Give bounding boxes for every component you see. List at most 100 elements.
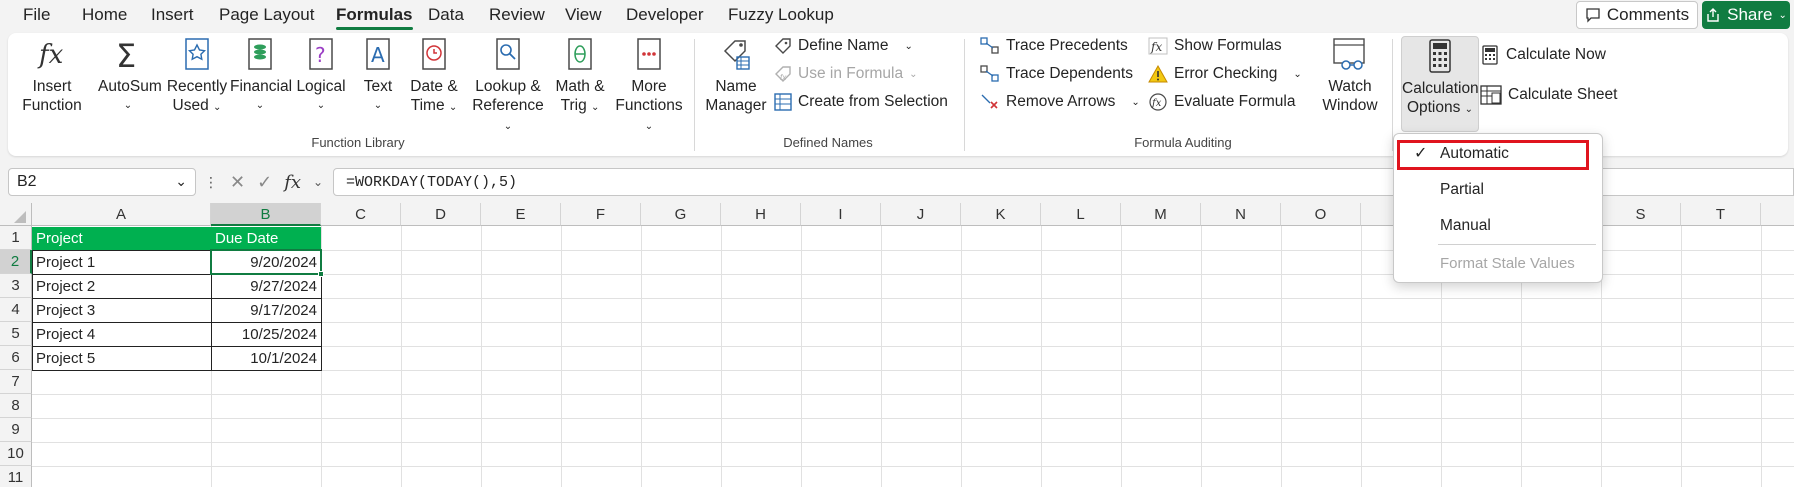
show-formulas-button[interactable]: fx Show Formulas: [1148, 37, 1282, 55]
column-header-h[interactable]: H: [721, 203, 801, 226]
recently-used-button[interactable]: Recently Used ⌄: [166, 37, 228, 117]
tab-view[interactable]: View: [565, 5, 602, 25]
share-icon: [1707, 8, 1719, 22]
comments-button[interactable]: Comments: [1576, 1, 1698, 29]
create-from-selection-button[interactable]: Create from Selection: [774, 93, 948, 111]
row-header-5[interactable]: 5: [0, 322, 32, 346]
cell-b3[interactable]: 9/27/2024: [212, 275, 321, 299]
row-header-2[interactable]: 2: [0, 250, 32, 274]
glasses-window-icon: [1333, 38, 1365, 70]
column-header-e[interactable]: E: [481, 203, 561, 226]
name-manager-button[interactable]: Name Manager: [704, 37, 768, 115]
row-header-3[interactable]: 3: [0, 274, 32, 298]
share-button[interactable]: Share ⌄: [1702, 1, 1790, 29]
column-header-l[interactable]: L: [1041, 203, 1121, 226]
row-header-8[interactable]: 8: [0, 394, 32, 418]
gridline: [1041, 226, 1042, 487]
cell-b1[interactable]: Due Date: [211, 227, 321, 251]
column-header-n[interactable]: N: [1201, 203, 1281, 226]
cell-b4[interactable]: 9/17/2024: [212, 299, 321, 323]
row-header-6[interactable]: 6: [0, 346, 32, 370]
date-time-button[interactable]: Date & Time ⌄: [406, 37, 462, 117]
tab-data[interactable]: Data: [428, 5, 464, 25]
trace-dependents-button[interactable]: Trace Dependents: [980, 65, 1133, 83]
name-box[interactable]: B2 ⌄: [8, 168, 196, 196]
tab-fuzzy-lookup[interactable]: Fuzzy Lookup: [728, 5, 834, 25]
row-header-11[interactable]: 11: [0, 466, 32, 487]
fill-handle[interactable]: [318, 271, 324, 277]
row-header-10[interactable]: 10: [0, 442, 32, 466]
tab-insert[interactable]: Insert: [151, 5, 194, 25]
row-header-4[interactable]: 4: [0, 298, 32, 322]
cell-a4[interactable]: Project 3: [32, 299, 211, 323]
cell-a3[interactable]: Project 2: [32, 275, 211, 299]
column-header-a[interactable]: A: [32, 203, 211, 226]
cell-b6[interactable]: 10/1/2024: [212, 347, 321, 371]
select-all-corner[interactable]: [0, 203, 32, 226]
watch-window-button[interactable]: Watch Window: [1318, 37, 1382, 115]
evaluate-formula-button[interactable]: fx Evaluate Formula: [1148, 93, 1295, 111]
chevron-down-icon[interactable]: ⌄: [175, 173, 187, 190]
column-header-j[interactable]: J: [881, 203, 961, 226]
row-header-9[interactable]: 9: [0, 418, 32, 442]
cancel-icon[interactable]: ✕: [230, 172, 245, 193]
calculator-icon: [1429, 39, 1451, 73]
chevron-down-icon[interactable]: ⌄: [313, 175, 323, 189]
remove-arrows-button[interactable]: Remove Arrows ⌄: [980, 93, 1140, 111]
enter-icon[interactable]: ✓: [257, 172, 272, 193]
calculate-now-button[interactable]: Calculate Now: [1480, 45, 1606, 65]
text-button[interactable]: A Text ⌄: [358, 37, 398, 115]
chevron-down-icon: ⌄: [904, 40, 913, 52]
row-header-7[interactable]: 7: [0, 370, 32, 394]
lookup-reference-button[interactable]: Lookup & Reference ⌄: [466, 37, 550, 136]
tab-review[interactable]: Review: [489, 5, 545, 25]
column-header-g[interactable]: G: [641, 203, 721, 226]
chevron-down-icon: ⌄: [213, 102, 222, 113]
column-header-b[interactable]: B: [211, 203, 321, 226]
active-cell-selection: [210, 249, 322, 275]
column-header-o[interactable]: O: [1281, 203, 1361, 226]
menu-item-manual[interactable]: Manual: [1394, 210, 1602, 242]
autosum-button[interactable]: Σ AutoSum ⌄: [98, 37, 162, 115]
format-stale-values-label: Format Stale Values: [1440, 255, 1575, 272]
column-header-i[interactable]: I: [801, 203, 881, 226]
math-trig-button[interactable]: Math & Trig ⌄: [552, 37, 608, 117]
column-header-t[interactable]: T: [1681, 203, 1761, 226]
calculate-sheet-button[interactable]: Calculate Sheet: [1480, 85, 1617, 105]
financial-button[interactable]: Financial ⌄: [230, 37, 292, 115]
define-name-button[interactable]: Define Name ⌄: [774, 37, 913, 55]
tab-formulas[interactable]: Formulas: [336, 5, 413, 30]
column-header-c[interactable]: C: [321, 203, 401, 226]
column-header-s[interactable]: S: [1601, 203, 1681, 226]
column-header-d[interactable]: D: [401, 203, 481, 226]
error-checking-label: Error Checking: [1174, 65, 1278, 82]
calculation-options-button[interactable]: Calculation Options ⌄: [1401, 36, 1479, 132]
column-header-overflow: [1761, 203, 1794, 226]
logical-button[interactable]: ? Logical ⌄: [296, 37, 346, 115]
more-options-icon[interactable]: ⋮: [204, 174, 218, 191]
tab-developer[interactable]: Developer: [626, 5, 704, 25]
date-time-label-1: Date &: [410, 78, 458, 95]
tab-page-layout[interactable]: Page Layout: [219, 5, 314, 25]
select-all-triangle-icon: [14, 211, 26, 223]
fx-icon[interactable]: fx: [284, 172, 301, 193]
cell-a6[interactable]: Project 5: [32, 347, 211, 371]
evaluate-formula-label: Evaluate Formula: [1174, 93, 1296, 110]
row-header-1[interactable]: 1: [0, 226, 32, 250]
gridline: [401, 226, 402, 487]
column-header-m[interactable]: M: [1121, 203, 1201, 226]
more-functions-button[interactable]: More Functions ⌄: [610, 37, 688, 136]
error-checking-button[interactable]: Error Checking ⌄: [1148, 65, 1302, 83]
menu-item-partial[interactable]: Partial: [1394, 174, 1602, 206]
cell-a5[interactable]: Project 4: [32, 323, 211, 347]
trace-precedents-button[interactable]: Trace Precedents: [980, 37, 1128, 55]
column-header-k[interactable]: K: [961, 203, 1041, 226]
insert-function-button[interactable]: fx Insert Function: [20, 37, 84, 115]
cell-a1[interactable]: Project: [32, 227, 211, 251]
tab-home[interactable]: Home: [82, 5, 127, 25]
cell-b5[interactable]: 10/25/2024: [212, 323, 321, 347]
menu-bar: File Home Insert Page Layout Formulas Da…: [0, 0, 1794, 32]
cell-a2[interactable]: Project 1: [32, 251, 211, 275]
tab-file[interactable]: File: [23, 5, 50, 25]
column-header-f[interactable]: F: [561, 203, 641, 226]
